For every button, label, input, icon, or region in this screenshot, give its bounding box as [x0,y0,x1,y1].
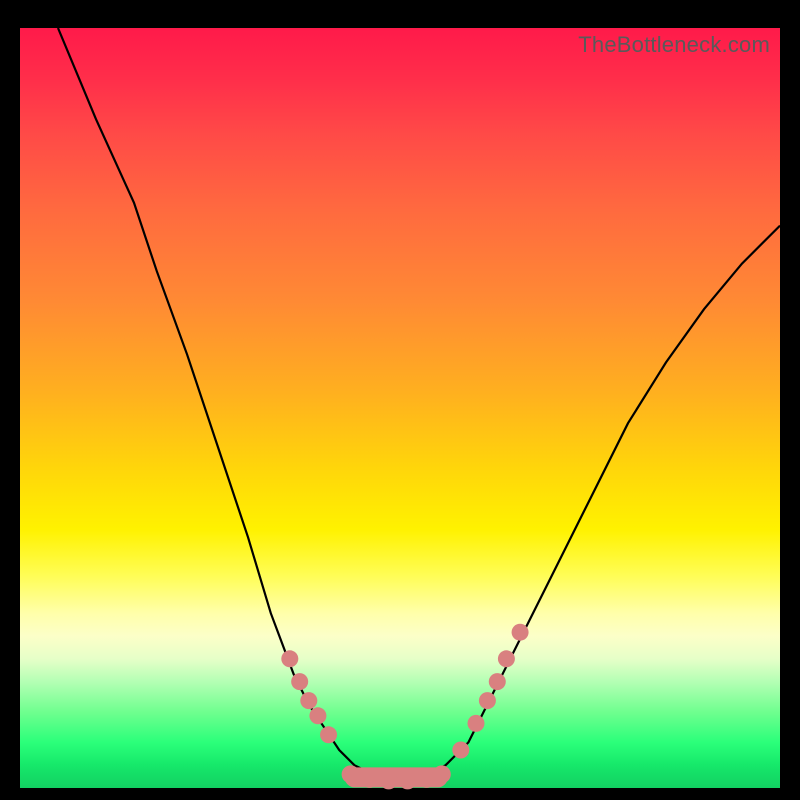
marker-dot [281,650,298,667]
marker-dot [468,715,485,732]
marker-dot [512,624,529,641]
marker-dot [342,765,360,783]
marker-dot [380,771,398,789]
marker-dot [418,770,436,788]
marker-dot [498,650,515,667]
curve-layer [20,28,780,788]
marker-dot [452,742,469,759]
plot-area: TheBottleneck.com [20,28,780,788]
marker-dot [479,692,496,709]
marker-dot [320,726,337,743]
marker-dot [433,765,451,783]
chart-frame: TheBottleneck.com [0,0,800,800]
marker-dot [291,673,308,690]
marker-dot [399,771,417,789]
marker-dot [489,673,506,690]
marker-group-left [281,650,337,743]
bottleneck-curve [58,28,780,780]
marker-group-bottom [342,765,451,789]
marker-dot [309,707,326,724]
marker-dot [361,770,379,788]
marker-dot [300,692,317,709]
